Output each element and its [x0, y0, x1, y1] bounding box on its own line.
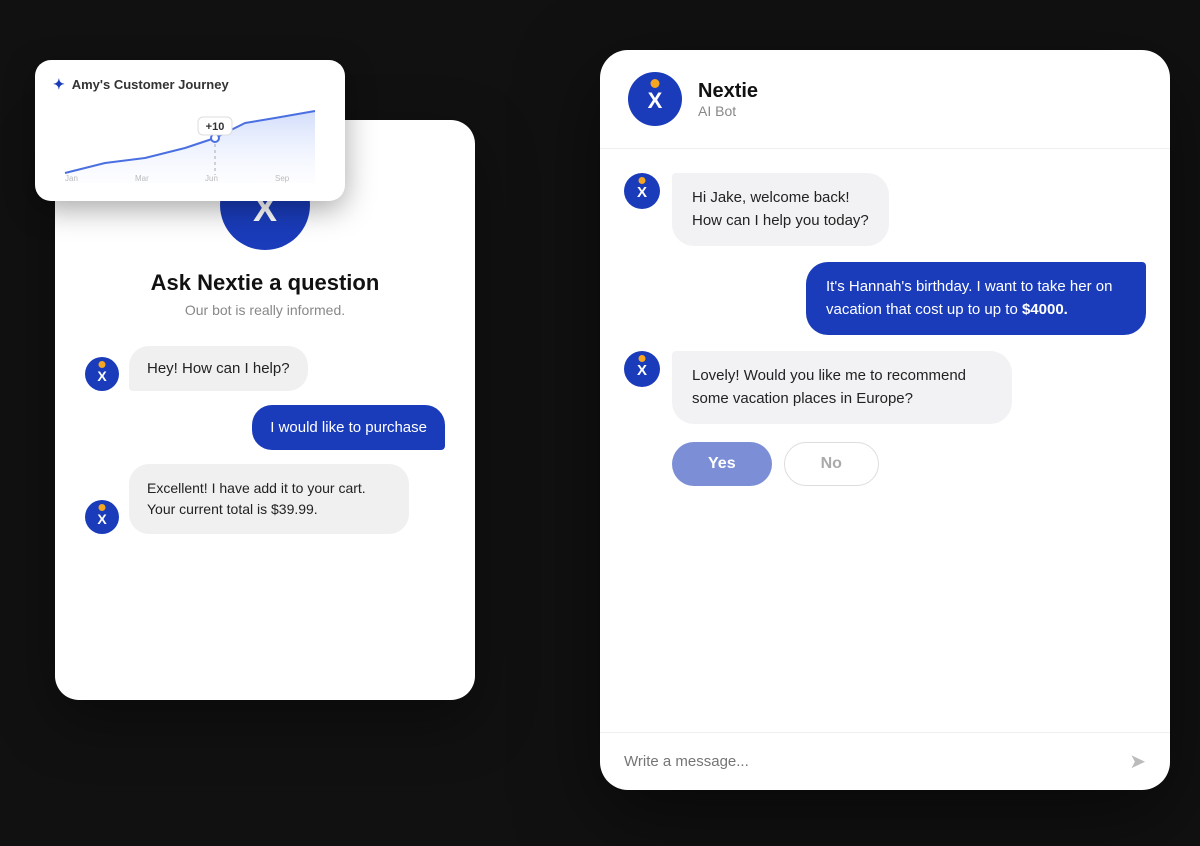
- front-chat-card: X Nextie AI Bot X Hi Jake, welcome back!…: [600, 50, 1170, 790]
- bot-type: AI Bot: [698, 103, 758, 119]
- back-msg-1: X Hey! How can I help?: [85, 346, 445, 391]
- chart-area: +10 Jan Mar Jun Sep: [53, 103, 327, 183]
- header-avatar: X: [628, 72, 682, 126]
- send-icon: ➤: [1129, 749, 1146, 774]
- front-msg-3: X Lovely! Would you like me to recommend…: [624, 351, 1146, 486]
- front-bot-avatar-1: X: [624, 173, 660, 209]
- back-x-sm-2: X: [97, 511, 106, 527]
- ask-title: Ask Nextie a question: [151, 270, 380, 296]
- send-button[interactable]: ➤: [1129, 749, 1146, 774]
- ask-subtitle: Our bot is really informed.: [185, 302, 345, 318]
- svg-text:Jan: Jan: [65, 174, 78, 183]
- back-x-sm-1: X: [97, 368, 106, 384]
- journey-card-title: Amy's Customer Journey: [72, 77, 229, 92]
- front-msg-1: X Hi Jake, welcome back!How can I help y…: [624, 173, 1146, 246]
- back-msg-3: X Excellent! I have add it to your cart.…: [85, 464, 445, 534]
- back-msg-2: I would like to purchase: [85, 405, 445, 450]
- front-bot-avatar-2: X: [624, 351, 660, 387]
- header-info: Nextie AI Bot: [698, 80, 758, 119]
- bot-name: Nextie: [698, 80, 758, 103]
- chat-input[interactable]: [624, 753, 1117, 770]
- front-user-bubble-1: It's Hannah's birthday. I want to take h…: [806, 262, 1146, 335]
- yes-button[interactable]: Yes: [672, 442, 772, 486]
- scene: ✦ Amy's Customer Journey: [0, 0, 1200, 846]
- sparkle-icon: ✦: [53, 76, 65, 93]
- back-bot-dot-sm-2: [99, 504, 106, 511]
- front-dot-2: [639, 355, 646, 362]
- back-bot-dot-sm-1: [99, 361, 106, 368]
- svg-text:Jun: Jun: [205, 174, 218, 183]
- journey-card: ✦ Amy's Customer Journey: [35, 60, 345, 201]
- front-x-2: X: [637, 362, 647, 379]
- chat-input-bar: ➤: [600, 732, 1170, 790]
- front-bot-bubble-1: Hi Jake, welcome back!How can I help you…: [672, 173, 889, 246]
- yesno-buttons: Yes No: [672, 442, 1012, 486]
- header-dot: [651, 79, 660, 88]
- journey-chart: +10 Jan Mar Jun Sep: [53, 103, 327, 183]
- front-x-1: X: [637, 184, 647, 201]
- back-bot-avatar-1: X: [85, 357, 119, 391]
- front-msg-2: It's Hannah's birthday. I want to take h…: [624, 262, 1146, 335]
- chat-header: X Nextie AI Bot: [600, 50, 1170, 149]
- journey-card-header: ✦ Amy's Customer Journey: [53, 76, 327, 93]
- back-user-bubble-1: I would like to purchase: [252, 405, 445, 450]
- header-x: X: [648, 88, 663, 114]
- svg-text:+10: +10: [206, 121, 225, 133]
- no-button[interactable]: No: [784, 442, 879, 486]
- back-chat-card: X Ask Nextie a question Our bot is reall…: [55, 120, 475, 700]
- svg-text:Mar: Mar: [135, 174, 149, 183]
- back-chat-area: X Hey! How can I help? I would like to p…: [85, 346, 445, 534]
- back-bot-bubble-2: Excellent! I have add it to your cart. Y…: [129, 464, 409, 534]
- chat-messages: X Hi Jake, welcome back!How can I help y…: [600, 149, 1170, 732]
- front-bot-bubble-2: Lovely! Would you like me to recommend s…: [672, 351, 1012, 424]
- front-dot-1: [639, 177, 646, 184]
- svg-text:Sep: Sep: [275, 174, 290, 183]
- back-bot-avatar-2: X: [85, 500, 119, 534]
- back-bot-bubble-1: Hey! How can I help?: [129, 346, 308, 391]
